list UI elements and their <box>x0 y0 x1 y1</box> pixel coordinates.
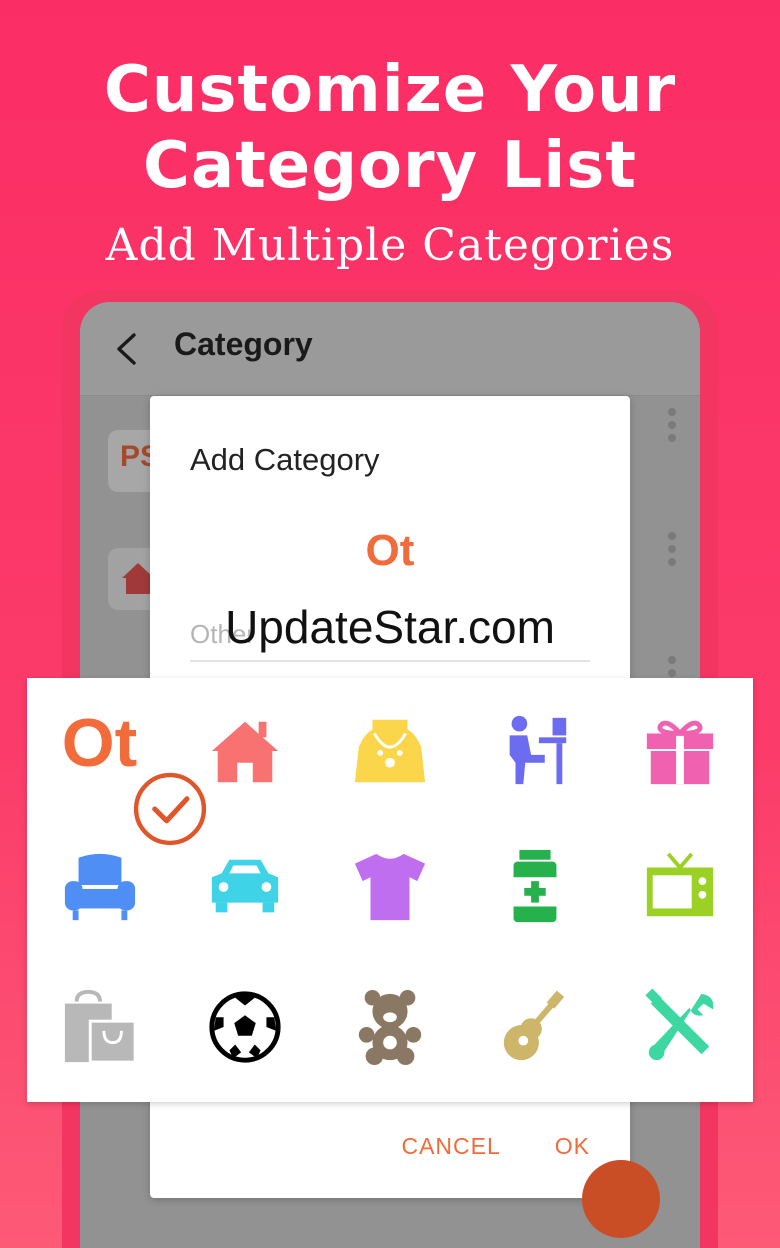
hero-subtitle: Add Multiple Categories <box>105 220 675 271</box>
icon-option-gift[interactable] <box>607 682 752 820</box>
teddy-bear-icon <box>358 989 421 1066</box>
icon-option-teddy-bear[interactable] <box>317 958 462 1096</box>
medicine-icon <box>513 849 556 923</box>
necklace-icon <box>354 719 425 783</box>
tools-icon <box>644 988 713 1061</box>
icon-option-tv[interactable] <box>607 818 752 956</box>
gift-icon <box>646 720 713 785</box>
guitar-icon <box>503 990 564 1061</box>
add-fab-button[interactable] <box>582 1160 660 1238</box>
icon-option-armchair[interactable] <box>27 818 172 956</box>
icon-option-car[interactable] <box>172 818 317 956</box>
hero-title-line-2: Category List <box>143 129 637 203</box>
tv-icon <box>646 852 713 917</box>
soccer-ball-icon <box>208 991 281 1063</box>
hero-title-line-1: Customize Your <box>103 53 677 127</box>
icon-option-necklace[interactable] <box>317 682 462 820</box>
icon-option-guitar[interactable] <box>462 958 607 1096</box>
shopping-bag-icon <box>64 989 137 1064</box>
icon-option-tools[interactable] <box>607 958 752 1096</box>
icon-picker-panel: Ot <box>27 678 753 1102</box>
armchair-icon <box>64 853 135 921</box>
icon-option-tshirt[interactable] <box>317 818 462 956</box>
more-options-icon[interactable] <box>668 532 678 568</box>
car-icon <box>211 859 278 913</box>
icon-option-medicine[interactable] <box>462 818 607 956</box>
dialog-actions: CANCEL OK <box>401 1133 590 1160</box>
hero-title: Customize Your Category List <box>0 52 780 204</box>
icon-option-soccer-ball[interactable] <box>172 958 317 1096</box>
icon-option-home[interactable] <box>172 682 317 820</box>
text-icon-label: Ot <box>61 705 138 781</box>
tshirt-icon <box>354 853 425 921</box>
dialog-title: Add Category <box>190 442 380 477</box>
more-options-icon[interactable] <box>668 408 678 444</box>
app-bar: Category <box>80 302 700 396</box>
icon-option-desk-worker[interactable] <box>462 682 607 820</box>
icon-option-text[interactable]: Ot <box>27 682 207 846</box>
page-title: Category <box>174 326 313 362</box>
category-preview: Ot <box>365 526 415 575</box>
ok-button[interactable]: OK <box>555 1133 590 1160</box>
home-icon <box>211 721 278 783</box>
desk-worker-icon <box>509 715 566 785</box>
cancel-button[interactable]: CANCEL <box>401 1133 500 1160</box>
back-arrow-icon[interactable] <box>114 332 138 366</box>
icon-option-shopping-bag[interactable] <box>27 958 172 1096</box>
watermark: UpdateStar.com <box>225 601 555 653</box>
